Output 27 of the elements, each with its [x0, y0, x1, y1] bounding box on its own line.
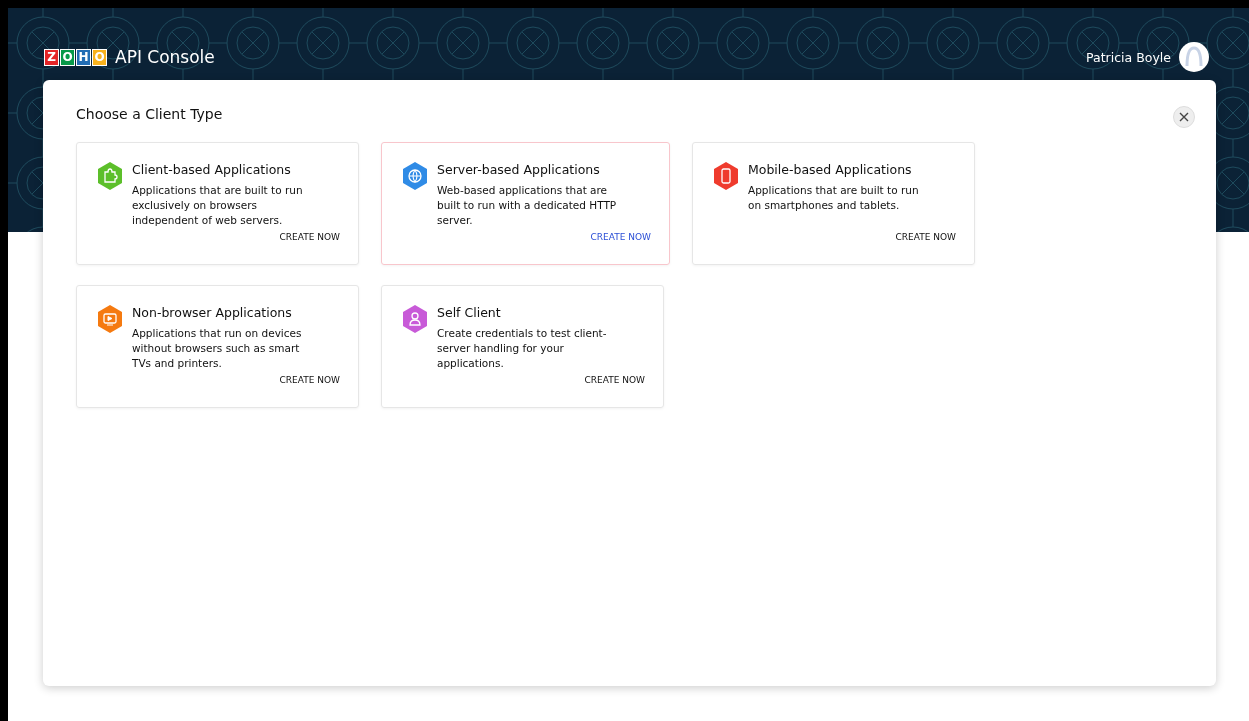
card-title: Self Client — [437, 305, 502, 320]
client-type-card[interactable]: Non-browser Applications Applications that run on devices without browsers such as smart TVs and printers. CREATE NOW — [76, 285, 359, 408]
card-title: Client-based Applications — [132, 162, 292, 177]
dialog-title: Choose a Client Type — [76, 106, 223, 122]
create-now-link[interactable]: CREATE NOW — [895, 232, 956, 242]
close-icon — [1179, 112, 1189, 122]
card-title: Mobile-based Applications — [748, 162, 913, 177]
client-type-card[interactable]: Server-based Applications Web-based applications that are built to run with a dedicated HTTP server. CREATE NOW — [381, 142, 670, 265]
create-now-link[interactable]: CREATE NOW — [279, 232, 340, 242]
logo: Z O H O — [44, 48, 107, 66]
card-description: Applications that are built to run exclusively on browsers independent of web servers. — [132, 183, 304, 228]
user-name[interactable]: Patricia Boyle — [1086, 49, 1171, 65]
create-now-link[interactable]: CREATE NOW — [279, 375, 340, 385]
avatar-icon[interactable] — [1179, 42, 1209, 72]
card-title: Non-browser Applications — [132, 305, 293, 320]
card-title: Server-based Applications — [437, 162, 601, 177]
client-type-card[interactable]: Client-based Applications Applications that are built to run exclusively on browsers independent of web servers. CREATE NOW — [76, 142, 359, 265]
client-type-card[interactable]: Self Client Create credentials to test client-server handling for your applications. CREATE NOW — [381, 285, 664, 408]
close-button[interactable] — [1173, 106, 1195, 128]
app-title: API Console — [115, 47, 215, 67]
card-description: Create credentials to test client-server handling for your applications. — [437, 326, 608, 371]
create-now-link[interactable]: CREATE NOW — [584, 375, 645, 385]
create-now-link[interactable]: CREATE NOW — [590, 232, 651, 242]
client-type-card[interactable]: Mobile-based Applications Applications that are built to run on smartphones and tablets. CREATE NOW — [692, 142, 975, 265]
card-description: Applications that are built to run on smartphones and tablets. — [748, 183, 920, 213]
card-description: Web-based applications that are built to run with a dedicated HTTP server. — [437, 183, 617, 228]
card-description: Applications that run on devices without browsers such as smart TVs and printers. — [132, 326, 303, 371]
